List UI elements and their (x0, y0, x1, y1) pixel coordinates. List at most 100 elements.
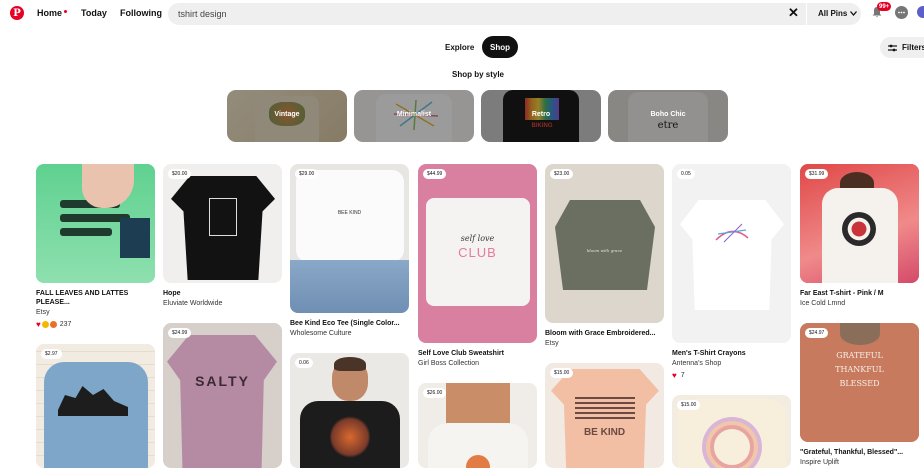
style-label: Retro (531, 111, 551, 118)
close-icon[interactable]: ✕ (788, 6, 799, 20)
pin-title[interactable]: Far East T-shirt - Pink / M (800, 289, 919, 298)
nav-today[interactable]: Today (81, 8, 107, 18)
pin-source[interactable]: Antenna's Shop (672, 359, 791, 368)
pin-card[interactable]: self love CLUB $44.99 Self Love Club Swe… (418, 164, 537, 368)
price-tag: 0.05 (677, 169, 695, 179)
pin-card[interactable]: FALL LEAVES AND LATTES PLEASE... Etsy ♥ … (36, 164, 155, 329)
top-nav-bar: P Home Today Following tshirt design ✕ A… (0, 0, 924, 28)
pin-source[interactable]: Girl Boss Collection (418, 359, 537, 368)
price-tag: $29.00 (295, 169, 319, 179)
chevron-down-icon (64, 9, 68, 13)
all-pins-dropdown[interactable]: All Pins (818, 9, 858, 18)
pin-card[interactable]: $20.00 Hope Eluviate Worldwide (163, 164, 282, 308)
price-tag: $26.00 (423, 388, 447, 398)
tab-shop[interactable]: Shop (482, 36, 518, 58)
pin-card[interactable]: bloom with grace $23.00 Bloom with Grace… (545, 164, 664, 348)
pin-card[interactable]: SALTY $24.99 (163, 323, 282, 468)
price-tag: $24.97 (805, 328, 829, 338)
price-tag: $15.00 (677, 400, 701, 410)
filter-sliders-icon (888, 44, 897, 51)
search-divider (806, 3, 807, 25)
pin-image[interactable]: 0.06 (290, 353, 409, 468)
pin-image[interactable]: BE KIND $15.00 (545, 363, 664, 468)
wow-emoji-icon (49, 321, 57, 328)
pin-image[interactable]: GRATEFUL THANKFUL BLESSED $24.97 (800, 323, 919, 442)
notification-badge: 99+ (877, 2, 892, 11)
be-kind-text: BE KIND (583, 427, 626, 438)
style-label: Boho Chic (650, 111, 686, 118)
pin-image[interactable]: SALTY $24.99 (163, 323, 282, 468)
pin-image[interactable]: $20.00 (163, 164, 282, 283)
pin-title[interactable]: Hope (163, 289, 282, 298)
style-tile-minimalist[interactable]: Minimalist (354, 90, 474, 142)
pin-source[interactable]: Etsy (36, 308, 155, 317)
style-tile-retro[interactable]: BIKING Retro (481, 90, 601, 142)
search-bar[interactable]: tshirt design ✕ All Pins (168, 3, 861, 25)
pin-source[interactable]: Wholesome Culture (290, 329, 409, 338)
price-tag: $24.99 (168, 328, 192, 338)
pin-image[interactable]: $2.97 (36, 344, 155, 468)
pin-image[interactable]: bloom with grace $23.00 (545, 164, 664, 323)
avatar[interactable] (917, 6, 924, 18)
price-tag: 0.06 (295, 358, 313, 368)
shop-by-style-heading: Shop by style (451, 70, 504, 79)
pin-card[interactable]: $15.00 (672, 395, 791, 468)
price-tag: $31.99 (805, 169, 829, 179)
bee-kind-text: BEE KIND (337, 210, 362, 216)
pin-card[interactable]: $26.00 (418, 383, 537, 468)
style-label: Vintage (274, 111, 300, 118)
pin-card[interactable]: $2.97 (36, 344, 155, 468)
price-tag: $23.00 (550, 169, 574, 179)
pin-card[interactable]: 0.06 (290, 353, 409, 468)
style-tile-boho-chic[interactable]: etre Boho Chic (608, 90, 728, 142)
pin-image[interactable] (36, 164, 155, 283)
reaction-count: 237 (59, 321, 72, 328)
price-tag: $15.00 (550, 368, 574, 378)
pin-title[interactable]: Self Love Club Sweatshirt (418, 349, 537, 358)
pin-reactions: ♥ 7 (672, 371, 791, 380)
pin-image[interactable]: $26.00 (418, 383, 537, 468)
pin-card[interactable]: BE KIND $15.00 (545, 363, 664, 468)
chat-icon[interactable] (895, 6, 908, 19)
pin-source[interactable]: Etsy (545, 339, 664, 348)
filters-label: Filters (902, 43, 924, 52)
chevron-down-icon (850, 11, 858, 16)
nav-following[interactable]: Following (120, 8, 162, 18)
pin-title[interactable]: Bloom with Grace Embroidered... (545, 329, 664, 338)
price-tag: $20.00 (168, 169, 192, 179)
tab-explore[interactable]: Explore (441, 36, 478, 58)
bloom-text: bloom with grace (586, 248, 623, 253)
pin-source[interactable]: Eluviate Worldwide (163, 299, 282, 308)
grateful-text: GRATEFUL (836, 351, 883, 360)
pin-title[interactable]: Men's T-Shirt Crayons (672, 349, 791, 358)
pin-title[interactable]: FALL LEAVES AND LATTES PLEASE... (36, 289, 155, 307)
pin-image[interactable]: $31.99 (800, 164, 919, 283)
pin-title[interactable]: "Grateful, Thankful, Blessed"... (800, 448, 919, 457)
pin-source[interactable]: Ice Cold Lmnd (800, 299, 919, 308)
reaction-count: 7 (680, 372, 685, 379)
pin-image[interactable]: BEE KIND $29.00 (290, 164, 409, 313)
filters-button[interactable]: Filters (880, 37, 924, 58)
blessed-text: BLESSED (839, 379, 880, 388)
pin-image[interactable]: 0.05 (672, 164, 791, 343)
smile-emoji-icon (41, 321, 49, 328)
pin-card[interactable]: GRATEFUL THANKFUL BLESSED $24.97 "Gratef… (800, 323, 919, 467)
pin-card[interactable]: 0.05 Men's T-Shirt Crayons Antenna's Sho… (672, 164, 791, 380)
thankful-text: THANKFUL (835, 365, 884, 374)
pinterest-logo-icon[interactable]: P (10, 6, 24, 20)
pin-card[interactable]: $31.99 Far East T-shirt - Pink / M Ice C… (800, 164, 919, 308)
pin-source[interactable]: Inspire Uplift (800, 458, 919, 467)
style-tile-vintage[interactable]: Vintage (227, 90, 347, 142)
pin-title[interactable]: Bee Kind Eco Tee (Single Color... (290, 319, 409, 328)
search-input[interactable]: tshirt design (178, 9, 227, 19)
pin-image[interactable]: self love CLUB $44.99 (418, 164, 537, 343)
club-text: CLUB (458, 245, 497, 260)
pin-card[interactable]: BEE KIND $29.00 Bee Kind Eco Tee (Single… (290, 164, 409, 338)
salty-shirt-text: SALTY (195, 373, 250, 389)
all-pins-label: All Pins (818, 9, 848, 18)
heart-icon: ♥ (672, 371, 677, 380)
nav-home[interactable]: Home (37, 8, 68, 18)
pin-image[interactable]: $15.00 (672, 395, 791, 468)
pin-reactions: ♥ 237 (36, 320, 155, 329)
nav-home-label: Home (37, 8, 63, 18)
